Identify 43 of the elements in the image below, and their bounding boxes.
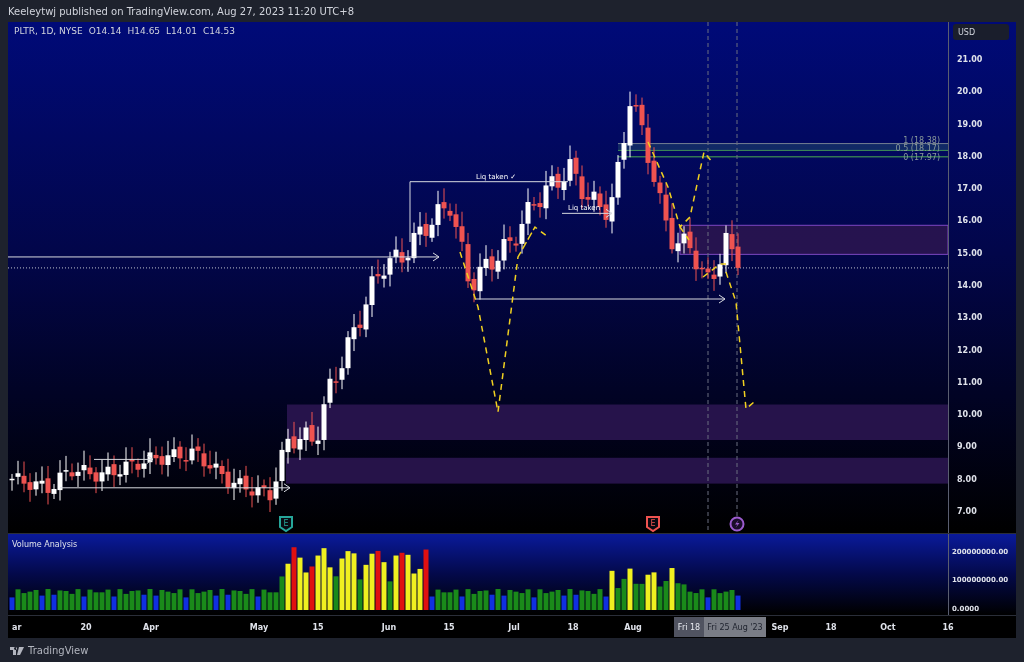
date-label: Aug	[624, 623, 642, 632]
date-label: 18	[825, 623, 837, 632]
ohlc-value: O14.14	[88, 26, 122, 36]
earnings-marker: E	[646, 516, 660, 533]
crosshair-date-label: Fri 25 Aug '23	[704, 617, 766, 637]
date-label: 15	[312, 623, 324, 632]
date-label: 18	[567, 623, 579, 632]
pane-title: Volume Analysis	[12, 540, 78, 549]
price-label: 7.00	[957, 507, 977, 517]
crosshair-date-label: Fri 18	[674, 617, 704, 637]
earnings-marker: E	[279, 516, 293, 533]
price-label: 17.00	[957, 184, 983, 194]
date-label: Oct	[880, 623, 896, 632]
brand-name: TradingView	[28, 645, 89, 656]
price-label: 14.00	[957, 281, 983, 291]
date-label: 16	[942, 623, 954, 632]
price-label: 18.00	[957, 151, 983, 161]
date-label: 15	[443, 623, 455, 632]
price-label: 15.00	[957, 248, 983, 258]
symbol-label: PLTR, 1D, NYSE	[14, 26, 83, 36]
price-label: 16.00	[957, 216, 983, 226]
date-label: 20	[80, 623, 92, 632]
ohlc-value: L14.01	[166, 26, 197, 36]
price-label: 20.00	[957, 87, 983, 97]
date-label: Apr	[143, 623, 159, 632]
price-label: 19.00	[957, 119, 983, 129]
fib-level-label: 1 (18.38)	[903, 135, 940, 145]
currency-button[interactable]: USD	[953, 24, 1009, 40]
price-label: 11.00	[957, 377, 983, 387]
date-label: Sep	[771, 623, 789, 632]
price-label: 8.00	[957, 474, 977, 484]
ohlc-value: C14.53	[202, 26, 235, 36]
price-label: 10.00	[957, 410, 983, 420]
price-label: 9.00	[957, 442, 977, 452]
ohlc-value: H14.65	[127, 26, 161, 36]
price-label: 21.00	[957, 55, 983, 64]
date-label: Jul	[508, 623, 520, 632]
date-label: Jun	[381, 623, 397, 632]
date-label: ar	[12, 623, 22, 632]
price-label: 13.00	[957, 313, 983, 323]
price-label: 12.00	[957, 345, 983, 355]
publish-info: Keeleytwj published on TradingView.com, Aug 27, 2023 11:20 UTC+8	[8, 5, 355, 17]
date-label: May	[249, 623, 269, 632]
